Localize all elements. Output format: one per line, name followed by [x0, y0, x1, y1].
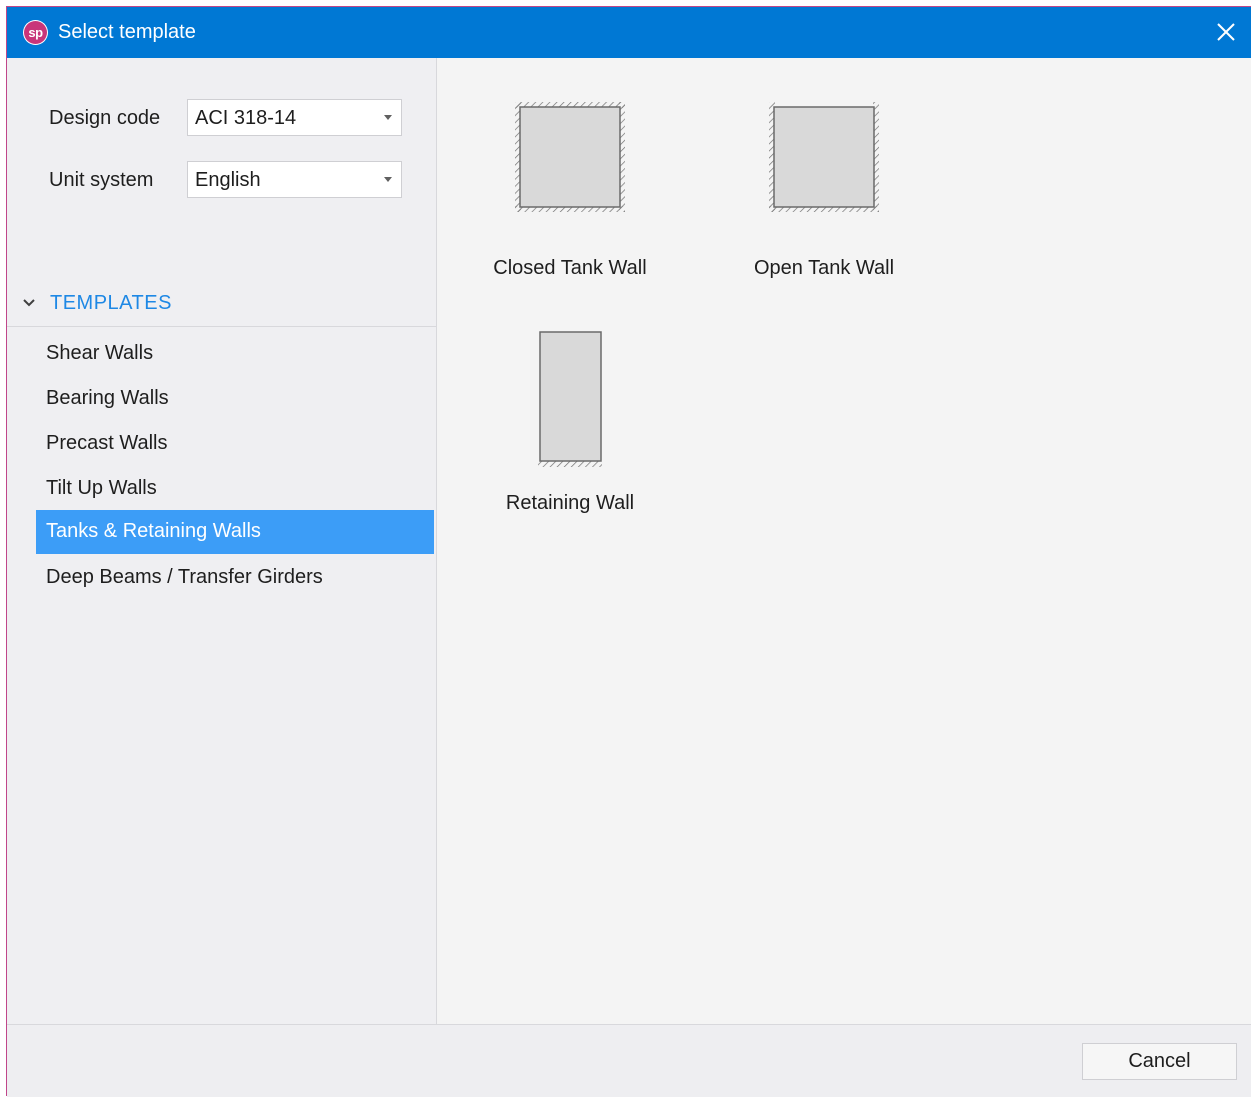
- close-button[interactable]: [1209, 15, 1243, 49]
- title-bar: sp Select template: [7, 7, 1251, 58]
- template-gallery: Closed Tank Wall Open Tank Wall Retainin…: [438, 58, 1251, 1024]
- retaining-wall-icon: [538, 331, 602, 467]
- template-item-label: Shear Walls: [46, 342, 154, 364]
- select-template-dialog: sp Select template Design code ACI 318-1…: [6, 6, 1251, 1097]
- template-item-label: Bearing Walls: [46, 387, 169, 409]
- unit-system-dropdown[interactable]: English: [187, 161, 402, 198]
- template-item-tanks-retaining-walls[interactable]: Tanks & Retaining Walls: [36, 510, 434, 554]
- design-code-value: ACI 318-14: [195, 107, 297, 129]
- unit-system-value: English: [195, 169, 261, 191]
- dialog-footer: Cancel: [7, 1024, 1251, 1097]
- template-tile-closed-tank-wall[interactable]: Closed Tank Wall: [460, 98, 680, 288]
- chevron-down-icon: [384, 177, 392, 182]
- template-item-deep-beams[interactable]: Deep Beams / Transfer Girders: [36, 556, 434, 600]
- app-logo-text: sp: [24, 21, 47, 44]
- template-item-shear-walls[interactable]: Shear Walls: [36, 332, 434, 376]
- section-divider: [7, 326, 437, 327]
- template-item-bearing-walls[interactable]: Bearing Walls: [36, 377, 434, 421]
- template-item-label: Precast Walls: [46, 432, 168, 454]
- template-item-label: Deep Beams / Transfer Girders: [46, 566, 323, 588]
- template-tile-label: Open Tank Wall: [753, 257, 895, 279]
- open-tank-wall-icon: [769, 102, 879, 212]
- close-icon: [1217, 23, 1235, 41]
- template-tile-retaining-wall[interactable]: Retaining Wall: [460, 328, 680, 523]
- templates-section-header[interactable]: TEMPLATES: [22, 292, 432, 322]
- template-item-tilt-up-walls[interactable]: Tilt Up Walls: [36, 467, 434, 511]
- templates-section-label: TEMPLATES: [50, 292, 172, 314]
- template-item-label: Tanks & Retaining Walls: [46, 520, 261, 542]
- window-title: Select template: [58, 21, 196, 43]
- design-code-label: Design code: [49, 107, 161, 129]
- chevron-down-icon: [23, 299, 35, 307]
- template-item-label: Tilt Up Walls: [46, 477, 157, 499]
- template-tile-label: Closed Tank Wall: [493, 257, 647, 279]
- design-code-dropdown[interactable]: ACI 318-14: [187, 99, 402, 136]
- template-tile-label: Retaining Wall: [505, 492, 635, 514]
- template-item-precast-walls[interactable]: Precast Walls: [36, 422, 434, 466]
- template-tile-open-tank-wall[interactable]: Open Tank Wall: [714, 98, 934, 288]
- cancel-button[interactable]: Cancel: [1082, 1043, 1237, 1080]
- chevron-down-icon: [384, 115, 392, 120]
- settings-pane: Design code ACI 318-14 Unit system Engli…: [7, 58, 437, 1024]
- closed-tank-wall-icon: [515, 102, 625, 212]
- app-logo-icon: sp: [23, 20, 48, 45]
- unit-system-label: Unit system: [49, 169, 154, 191]
